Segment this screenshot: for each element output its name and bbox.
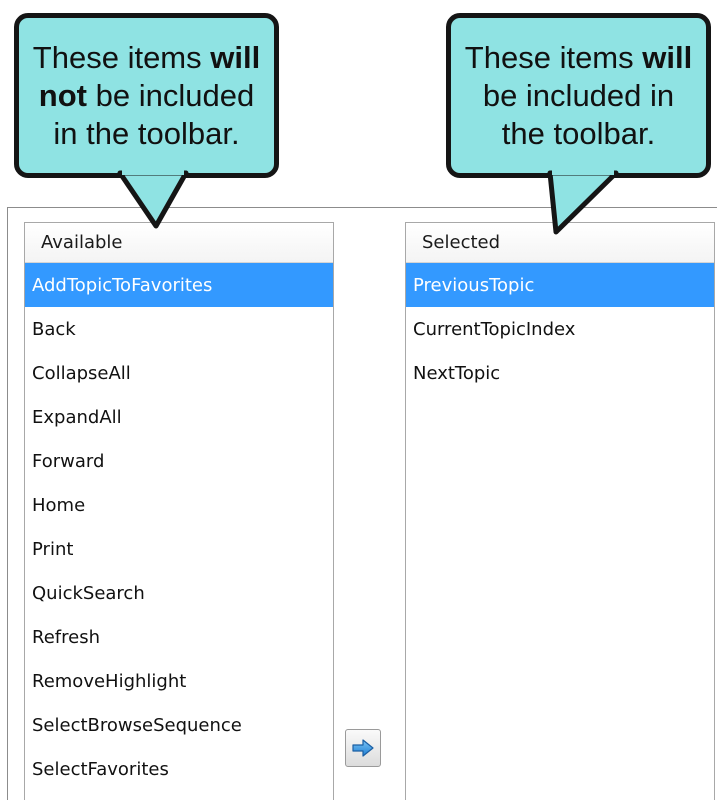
available-item-forward[interactable]: Forward — [25, 439, 333, 483]
selected-item-current-topic-index[interactable]: CurrentTopicIndex — [406, 307, 714, 351]
arrow-right-icon — [352, 739, 374, 757]
selected-item-previous-topic[interactable]: PreviousTopic — [406, 263, 714, 307]
available-item-print[interactable]: Print — [25, 527, 333, 571]
available-item-refresh[interactable]: Refresh — [25, 615, 333, 659]
available-item-home[interactable]: Home — [25, 483, 333, 527]
toolbar-editor-screenshot: Available AddTopicToFavorites Back Colla… — [0, 0, 717, 800]
available-items: AddTopicToFavorites Back CollapseAll Exp… — [25, 263, 333, 791]
available-list[interactable]: Available AddTopicToFavorites Back Colla… — [24, 222, 334, 800]
add-to-selected-button[interactable] — [345, 729, 381, 767]
selected-items: PreviousTopic CurrentTopicIndex NextTopi… — [406, 263, 714, 395]
selected-list[interactable]: Selected PreviousTopic CurrentTopicIndex… — [405, 222, 715, 800]
available-item-quick-search[interactable]: QuickSearch — [25, 571, 333, 615]
available-item-select-browse-sequence[interactable]: SelectBrowseSequence — [25, 703, 333, 747]
available-item-expand-all[interactable]: ExpandAll — [25, 395, 333, 439]
selected-item-next-topic[interactable]: NextTopic — [406, 351, 714, 395]
callout-included-pointer — [547, 165, 619, 235]
available-item-add-topic-to-favorites[interactable]: AddTopicToFavorites — [25, 263, 333, 307]
available-item-select-favorites[interactable]: SelectFavorites — [25, 747, 333, 791]
available-item-collapse-all[interactable]: CollapseAll — [25, 351, 333, 395]
available-item-back[interactable]: Back — [25, 307, 333, 351]
available-item-remove-highlight[interactable]: RemoveHighlight — [25, 659, 333, 703]
